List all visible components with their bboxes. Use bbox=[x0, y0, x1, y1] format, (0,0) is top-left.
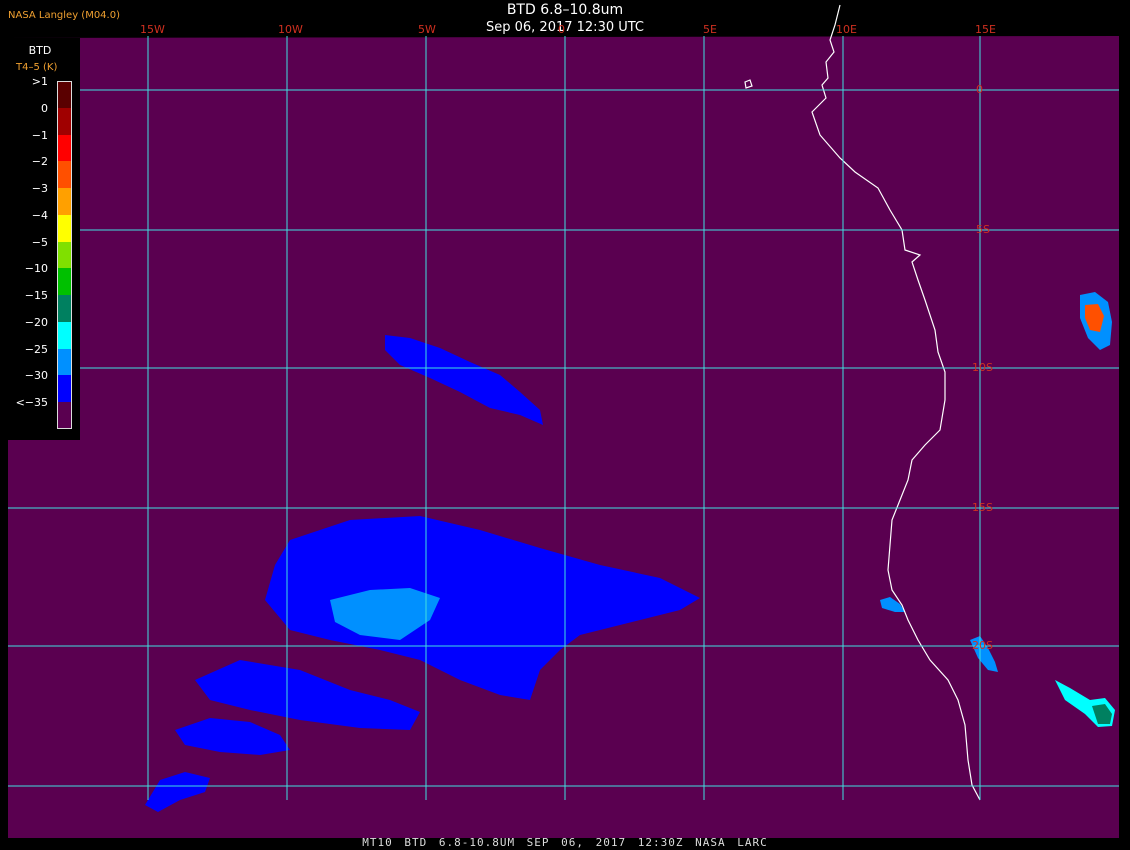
lat-label-15s: 15S bbox=[972, 501, 993, 514]
legend-tick-label: −20 bbox=[24, 315, 48, 329]
chart-title: BTD 6.8–10.8um bbox=[506, 2, 624, 18]
legend-tick-label: −4 bbox=[31, 208, 48, 222]
map-canvas bbox=[8, 4, 1119, 838]
credit-label: NASA Langley (M04.0) bbox=[8, 10, 120, 21]
legend-tick-label: −5 bbox=[31, 235, 48, 249]
legend-tick-label: 0 bbox=[41, 101, 48, 115]
legend-tick-label: −10 bbox=[24, 262, 48, 276]
footer-caption: MT10 BTD 6.8-10.8UM SEP 06, 2017 12:30Z … bbox=[362, 836, 768, 849]
legend-tick-label: −1 bbox=[31, 128, 48, 142]
lon-label-10e: 10E bbox=[836, 23, 857, 36]
lon-label-15e: 15E bbox=[975, 23, 996, 36]
legend-tick-label: −3 bbox=[31, 182, 48, 196]
legend-tick-label: −30 bbox=[24, 369, 48, 383]
lon-label-5e: 5E bbox=[703, 23, 717, 36]
legend-tick-label: −2 bbox=[31, 155, 48, 169]
map-background bbox=[8, 36, 1119, 838]
legend-title: BTD bbox=[28, 44, 52, 57]
lat-label-10s: 10S bbox=[972, 361, 993, 374]
legend-tick-label: >1 bbox=[31, 75, 48, 88]
legend-frame bbox=[57, 81, 72, 429]
legend-tick-label: −15 bbox=[24, 289, 48, 303]
color-legend: BTD T4–5 (K) >1 0 −1 −2 −3 −4 −5 −10 −15 −20 −25 −3… bbox=[8, 38, 80, 440]
chart-datetime: Sep 06, 2017 12:30 UTC bbox=[485, 20, 645, 35]
lat-label-0: 0 bbox=[976, 83, 983, 96]
legend-tick-label: −25 bbox=[24, 342, 48, 356]
lon-label-0: 0 bbox=[558, 23, 565, 36]
lon-label-5w: 5W bbox=[418, 23, 436, 36]
lon-label-15w: 15W bbox=[140, 23, 165, 36]
lon-label-10w: 10W bbox=[278, 23, 303, 36]
legend-units: T4–5 (K) bbox=[16, 62, 58, 73]
legend-tick-label: <−35 bbox=[15, 396, 48, 410]
lat-label-5s: 5S bbox=[976, 223, 990, 236]
lat-label-20s: 20S bbox=[972, 639, 993, 652]
